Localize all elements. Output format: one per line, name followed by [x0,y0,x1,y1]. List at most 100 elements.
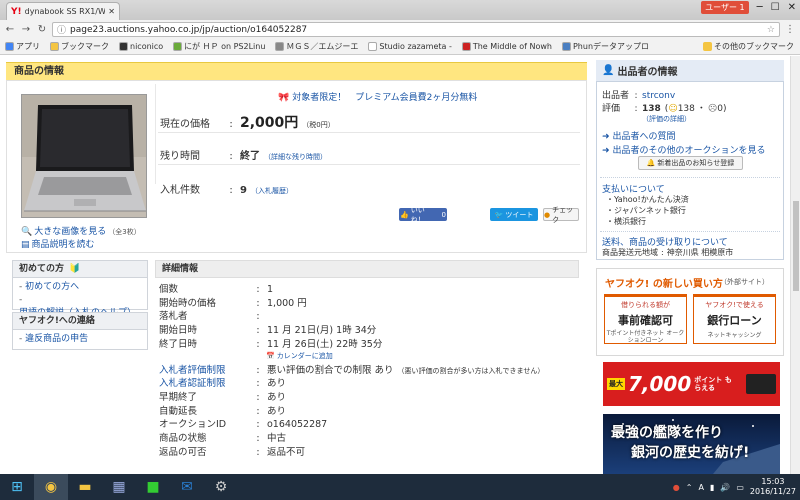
url-text: page23.auctions.yahoo.co.jp/jp/auction/o… [70,24,308,35]
points-banner-ad[interactable]: 最大 7,000 ポイント もらえる [603,362,780,406]
browser-tab[interactable]: Y! dynabook SS RX1/W7 ✕ [6,2,120,20]
tray-up-arrow-icon[interactable]: ⌃ [686,483,693,492]
remaining-row: 残り時間 : 終了 （詳細な残り時間） [160,147,327,162]
ask-seller-link[interactable]: ➜ 出品者への質問 [602,129,676,142]
seller-rating-value: 138 [642,104,661,114]
taskbar-explorer[interactable]: ▬ [68,474,102,500]
detail-row: 落札者: [159,308,267,322]
taskbar-settings[interactable]: ⚙ [204,474,238,500]
beginner-box-header: 初めての方 🔰 [12,260,148,278]
seller-name-link[interactable]: strconv [642,91,675,101]
beginner-title: 初めての方 [19,264,65,274]
bookmark-favicon-icon [368,42,378,51]
ad-bank-loan-button[interactable]: ヤフオク!で使える 銀行ローン ネットキャッシング [693,294,776,344]
ad-prior-check-button[interactable]: 借りられる額が 事前確認可 Tポイント付きネット オークションローン [604,294,687,344]
ad1-sub: Tポイント付きネット オークションローン [606,330,685,344]
bookmark-item[interactable]: The Middle of Nowh [457,42,557,51]
new-listing-notify-button[interactable]: 🔔 新着出品のお知らせ登録 [638,156,743,170]
ad1-main: 事前確認可 [618,314,673,327]
arrow-circle-icon: ➜ [602,146,610,156]
credit-card-icon [746,374,776,394]
maximize-icon[interactable]: ☐ [771,2,780,13]
bookmark-item[interactable]: Studio zazameta - [363,42,456,51]
detail-row: 入札者認証制限: あり [159,375,286,389]
menu-icon[interactable]: ⋮ [784,24,796,35]
bookmark-item[interactable]: にが ＨＰ on PS2Linu [168,41,270,52]
payment-method: ・Yahoo!かんたん決済 [606,195,689,204]
facebook-like-button[interactable]: 👍 いいね！ 0 [399,206,447,224]
page-scrollbar[interactable] [790,56,800,474]
read-description-link[interactable]: ▤ 商品説明を読む [21,237,95,250]
shipping-area-row: 商品発送元地域 : 神奈川県 相模原市 [602,248,734,257]
scrollbar-thumb[interactable] [793,201,799,291]
bookmark-label: にが ＨＰ on PS2Linu [184,42,266,51]
bookmark-item[interactable]: ブックマーク [45,41,114,52]
detail-key: 開始日時 [159,325,198,336]
start-button[interactable]: ⊞ [0,474,34,500]
detail-value: あり [267,392,287,403]
tweet-button[interactable]: 🐦 ツイート [490,208,538,221]
check-button[interactable]: ● チェック [543,206,579,224]
sidebar-link[interactable]: - 違反商品の申告 [19,333,141,346]
windows-icon: ⊞ [11,479,23,495]
bookmark-item[interactable]: ＭＧＳ／エムジーエ [270,41,363,52]
address-bar[interactable]: ⓘ page23.auctions.yahoo.co.jp/jp/auction… [52,22,780,37]
forward-icon[interactable]: → [20,24,32,35]
like-label: いいね！ [410,205,425,224]
minimize-icon[interactable]: ─ [757,2,763,13]
outlook-icon: ✉ [181,479,193,495]
back-icon[interactable]: ← [4,24,16,35]
ad-external: （外部サイト） [720,278,769,286]
rating-detail-link[interactable]: （評価の詳細） [642,114,691,124]
detail-key: 落札者 [159,311,188,322]
ad2-sub: ネットキャッシング [707,332,762,339]
price-row: 現在の価格 : 2,000円 （税0円） [160,112,335,132]
taskbar-app-grid[interactable]: ▦ [102,474,136,500]
bookmark-item[interactable]: Phunデータアップロ [557,41,654,52]
enlarge-image-link[interactable]: 🔍 大きな画像を見る （全3枚） [21,224,141,237]
bookmark-item[interactable]: niconico [114,42,168,51]
taskbar-outlook[interactable]: ✉ [170,474,204,500]
ad2-main: 銀行ローン [707,314,762,327]
tweet-label: ツイート [505,210,534,219]
bell-icon: 🔔 [646,159,656,167]
bookmark-item[interactable]: アプリ [0,41,45,52]
product-thumbnail[interactable] [21,94,147,218]
remaining-detail-link[interactable]: （詳細な残り時間） [264,152,327,162]
page-info-icon[interactable]: ⓘ [57,23,66,36]
detail-row: 入札者評価制限: 悪い評価の割合での制限 あり （悪い評価の割合が多い方は入札できま… [159,362,544,376]
ime-indicator[interactable]: A [698,483,703,492]
game-banner-ad[interactable]: 最強の艦隊を作り 銀河の歴史を紡げ! [603,414,780,474]
shipping-area: 神奈川県 相模原市 [666,248,734,257]
gear-icon: ⚙ [214,479,228,495]
taskbar-app-green[interactable]: ■ [136,474,170,500]
tray-app-icon[interactable]: ● [673,483,680,492]
promo-label: 対象者限定！ プレミアム会員費2ヶ月分無料 [292,93,478,103]
promo-link[interactable]: 🎀 対象者限定！ プレミアム会員費2ヶ月分無料 [278,90,477,103]
bookmark-other[interactable]: その他のブックマーク [703,41,794,52]
sidebar-link[interactable]: - 初めての方へ [19,281,141,294]
seller-other-auctions-link[interactable]: ➜ 出品者のその他のオークションを見る [602,143,766,156]
chrome-icon: ◉ [44,479,58,495]
network-icon[interactable]: ▮ [710,483,714,492]
detail-key[interactable]: 入札者評価制限 [159,362,249,376]
notification-icon[interactable]: ▭ [736,483,744,492]
detail-value: 11 月 21日(月) 1時 34分 [267,325,377,336]
detail-key: 早期終了 [159,392,198,403]
volume-icon[interactable]: 🔊 [720,483,730,492]
detail-key: 返品の可否 [159,447,207,458]
bids-history-link[interactable]: （入札履歴） [251,186,293,196]
bookmark-star-icon[interactable]: ☆ [767,25,775,35]
tab-close-icon[interactable]: ✕ [108,7,115,16]
detail-key[interactable]: 入札者認証制限 [159,375,249,389]
close-window-icon[interactable]: ✕ [788,2,796,13]
taskbar-clock[interactable]: 15:03 2016/11/27 [750,477,796,497]
payment-list: ・Yahoo!かんたん決済 ・ジャパンネット銀行 ・横浜銀行 [606,194,689,227]
bookmark-label: ＭＧＳ／エムジーエ [286,42,359,51]
reload-icon[interactable]: ↻ [36,24,48,35]
calendar-add-link[interactable]: 📅 カレンダーに追加 [266,351,333,361]
profile-button[interactable]: ユーザー 1 [701,1,749,14]
seller-header: 👤 出品者の情報 [596,60,784,82]
taskbar-chrome[interactable]: ◉ [34,474,68,500]
sidebar-link-label: 違反商品の申告 [25,334,89,344]
